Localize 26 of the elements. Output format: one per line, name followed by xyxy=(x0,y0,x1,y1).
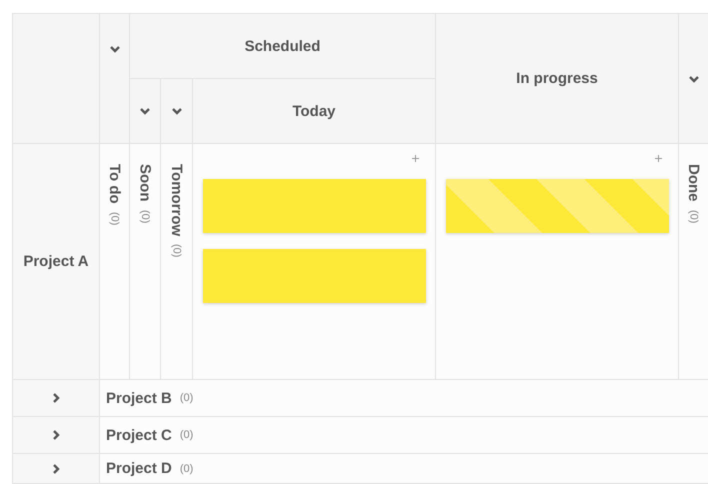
card-count: (0) xyxy=(170,244,182,258)
column-group-title: Scheduled xyxy=(244,38,320,54)
column-title[interactable]: Soon xyxy=(136,164,154,202)
chevron-right-icon[interactable] xyxy=(50,462,62,474)
card-count: (0) xyxy=(180,462,194,474)
chevron-down-icon[interactable] xyxy=(108,43,120,55)
chevron-down-icon[interactable] xyxy=(170,105,182,117)
card-count: (0) xyxy=(108,212,120,226)
lane-title[interactable]: Project C xyxy=(106,426,172,444)
add-icon[interactable] xyxy=(412,155,419,162)
chevron-right-icon[interactable] xyxy=(50,392,62,404)
add-icon[interactable] xyxy=(655,155,662,162)
column-title[interactable]: Tomorrow xyxy=(168,164,185,236)
card-count: (0) xyxy=(180,392,194,404)
card-count: (0) xyxy=(139,210,151,223)
lane-title[interactable]: Project D xyxy=(106,460,172,477)
column-title: In progress xyxy=(516,70,598,87)
lane-title[interactable]: Project B xyxy=(106,390,172,406)
chevron-right-icon[interactable] xyxy=(50,429,62,441)
card-count: (0) xyxy=(688,210,700,223)
column-title: Today xyxy=(292,102,336,120)
chevron-down-icon[interactable] xyxy=(139,105,151,117)
column-title[interactable]: Done xyxy=(685,164,702,202)
card-count: (0) xyxy=(180,429,194,441)
column-title[interactable]: To do xyxy=(106,164,123,204)
lane-title[interactable]: Project A xyxy=(23,253,89,270)
